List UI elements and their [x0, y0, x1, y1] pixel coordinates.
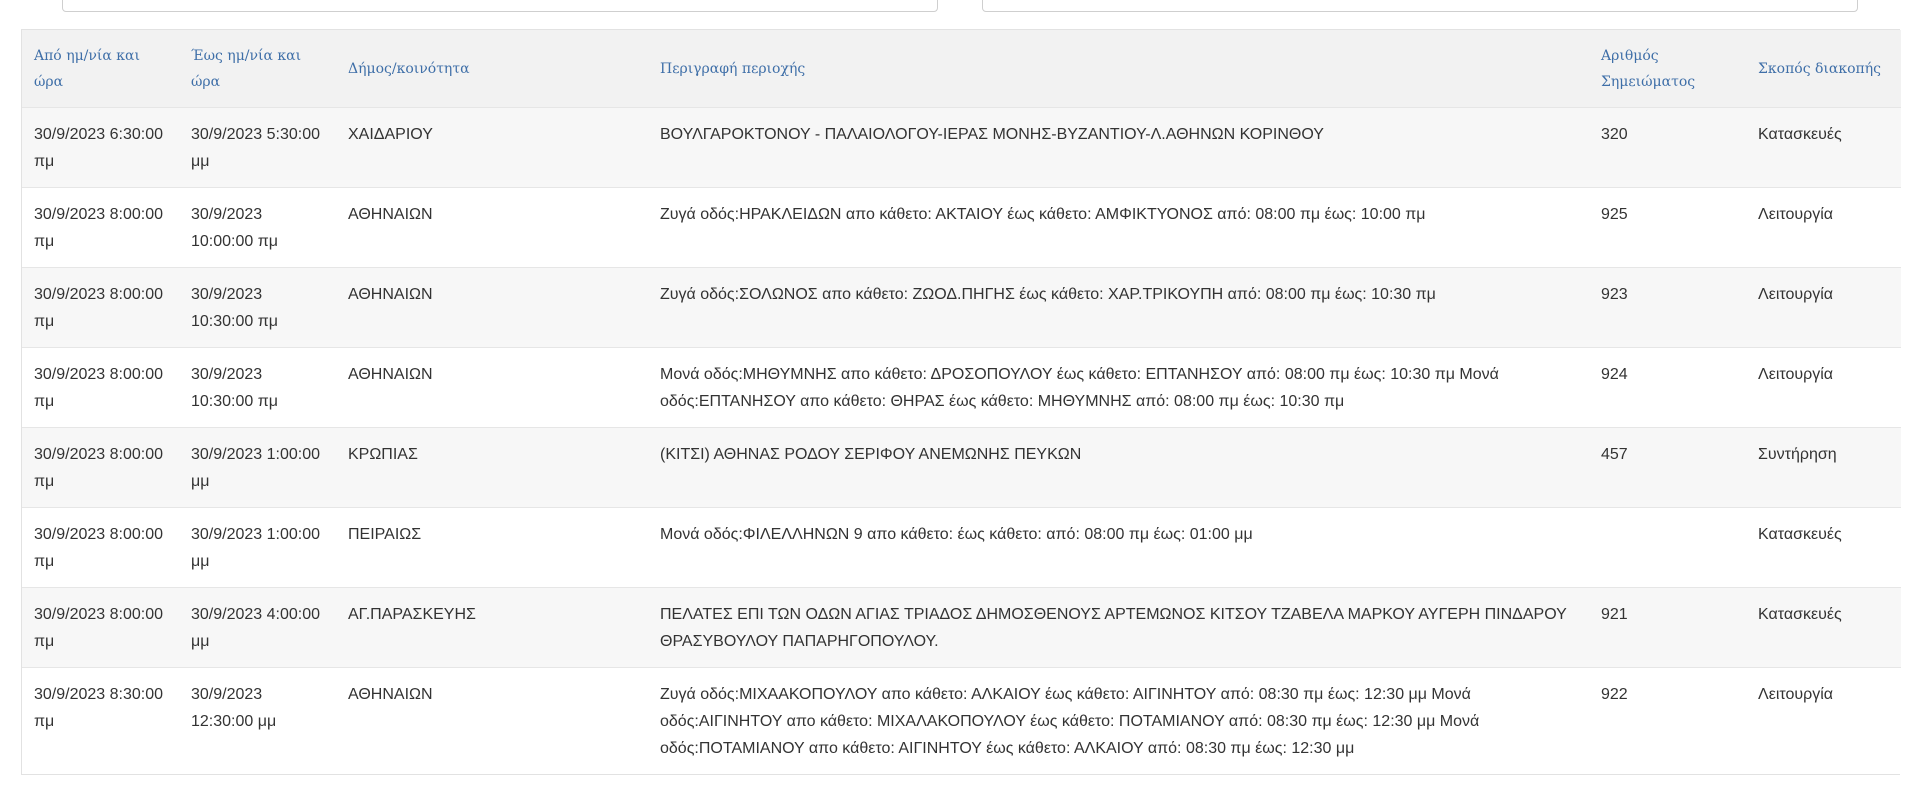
cell-area: Ζυγά οδός:ΗΡΑΚΛΕΙΔΩΝ απο κάθετο: ΑΚΤΑΙΟΥ… — [648, 187, 1589, 268]
cell-to: 30/9/2023 5:30:00 μμ — [179, 107, 336, 188]
cell-municipality: ΑΘΗΝΑΙΩΝ — [336, 347, 648, 428]
cell-to: 30/9/2023 10:30:00 πμ — [179, 267, 336, 348]
table-row: 30/9/2023 6:30:00 πμ 30/9/2023 5:30:00 μ… — [22, 107, 1901, 188]
cell-to: 30/9/2023 4:00:00 μμ — [179, 587, 336, 668]
cell-number: 922 — [1589, 667, 1746, 774]
cell-municipality: ΧΑΙΔΑΡΙΟΥ — [336, 107, 648, 188]
header-to-datetime[interactable]: Έως ημ/νία και ώρα — [179, 30, 336, 108]
cell-to: 30/9/2023 12:30:00 μμ — [179, 667, 336, 774]
table-row: 30/9/2023 8:00:00 πμ 30/9/2023 10:00:00 … — [22, 187, 1901, 268]
outage-table-container: Από ημ/νία και ώρα Έως ημ/νία και ώρα Δή… — [21, 29, 1901, 775]
cell-area: Ζυγά οδός:ΜΙΧΑΑΚΟΠΟΥΛΟΥ απο κάθετο: ΑΛΚΑ… — [648, 667, 1589, 774]
cell-area: Μονά οδός:ΦΙΛΕΛΛΗΝΩΝ 9 απο κάθετο: έως κ… — [648, 507, 1589, 588]
cell-to: 30/9/2023 10:00:00 πμ — [179, 187, 336, 268]
cell-from: 30/9/2023 6:30:00 πμ — [22, 107, 179, 188]
cell-area: ΠΕΛΑΤΕΣ ΕΠΙ ΤΩΝ ΟΔΩΝ ΑΓΙΑΣ ΤΡΙΑΔΟΣ ΔΗΜΟΣ… — [648, 587, 1589, 668]
cell-municipality: ΠΕΙΡΑΙΩΣ — [336, 507, 648, 588]
cell-from: 30/9/2023 8:30:00 πμ — [22, 667, 179, 774]
cell-number: 924 — [1589, 347, 1746, 428]
cell-purpose: Συντήρηση — [1746, 427, 1901, 508]
cell-municipality: ΑΘΗΝΑΙΩΝ — [336, 667, 648, 774]
cell-from: 30/9/2023 8:00:00 πμ — [22, 427, 179, 508]
outage-table: Από ημ/νία και ώρα Έως ημ/νία και ώρα Δή… — [22, 30, 1901, 774]
header-notice-number[interactable]: Αριθμός Σημειώματος — [1589, 30, 1746, 108]
cell-area: Μονά οδός:ΜΗΘΥΜΝΗΣ απο κάθετο: ΔΡΟΣΟΠΟΥΛ… — [648, 347, 1589, 428]
header-from-datetime[interactable]: Από ημ/νία και ώρα — [22, 30, 179, 108]
cell-from: 30/9/2023 8:00:00 πμ — [22, 347, 179, 428]
table-row: 30/9/2023 8:00:00 πμ 30/9/2023 4:00:00 μ… — [22, 587, 1901, 668]
cell-from: 30/9/2023 8:00:00 πμ — [22, 587, 179, 668]
from-date-filter-input[interactable] — [62, 0, 938, 12]
cell-number: 921 — [1589, 587, 1746, 668]
cell-municipality: ΑΘΗΝΑΙΩΝ — [336, 267, 648, 348]
cell-from: 30/9/2023 8:00:00 πμ — [22, 267, 179, 348]
cell-purpose: Λειτουργία — [1746, 667, 1901, 774]
header-area-description[interactable]: Περιγραφή περιοχής — [648, 30, 1589, 108]
cell-municipality: ΚΡΩΠΙΑΣ — [336, 427, 648, 508]
filter-bar — [0, 0, 1920, 20]
cell-municipality: ΑΓ.ΠΑΡΑΣΚΕΥΗΣ — [336, 587, 648, 668]
header-purpose[interactable]: Σκοπός διακοπής — [1746, 30, 1901, 108]
cell-number: 457 — [1589, 427, 1746, 508]
cell-to: 30/9/2023 10:30:00 πμ — [179, 347, 336, 428]
to-date-filter-input[interactable] — [982, 0, 1858, 12]
cell-purpose: Λειτουργία — [1746, 347, 1901, 428]
cell-number: 923 — [1589, 267, 1746, 348]
cell-area: ΒΟΥΛΓΑΡΟΚΤΟΝΟΥ - ΠΑΛΑΙΟΛΟΓΟΥ-ΙΕΡΑΣ ΜΟΝΗΣ… — [648, 107, 1589, 188]
cell-purpose: Κατασκευές — [1746, 507, 1901, 588]
cell-from: 30/9/2023 8:00:00 πμ — [22, 187, 179, 268]
cell-to: 30/9/2023 1:00:00 μμ — [179, 427, 336, 508]
cell-from: 30/9/2023 8:00:00 πμ — [22, 507, 179, 588]
cell-number — [1589, 507, 1746, 588]
cell-purpose: Λειτουργία — [1746, 267, 1901, 348]
cell-municipality: ΑΘΗΝΑΙΩΝ — [336, 187, 648, 268]
cell-area: (ΚΙΤΣΙ) ΑΘΗΝΑΣ ΡΟΔΟΥ ΣΕΡΙΦΟΥ ΑΝΕΜΩΝΗΣ ΠΕ… — [648, 427, 1589, 508]
cell-number: 320 — [1589, 107, 1746, 188]
cell-area: Ζυγά οδός:ΣΟΛΩΝΟΣ απο κάθετο: ΖΩΟΔ.ΠΗΓΗΣ… — [648, 267, 1589, 348]
cell-purpose: Κατασκευές — [1746, 587, 1901, 668]
table-row: 30/9/2023 8:00:00 πμ 30/9/2023 1:00:00 μ… — [22, 427, 1901, 508]
cell-number: 925 — [1589, 187, 1746, 268]
table-header-row: Από ημ/νία και ώρα Έως ημ/νία και ώρα Δή… — [22, 30, 1901, 108]
cell-purpose: Κατασκευές — [1746, 107, 1901, 188]
table-row: 30/9/2023 8:00:00 πμ 30/9/2023 10:30:00 … — [22, 267, 1901, 348]
cell-to: 30/9/2023 1:00:00 μμ — [179, 507, 336, 588]
table-row: 30/9/2023 8:00:00 πμ 30/9/2023 1:00:00 μ… — [22, 507, 1901, 588]
table-row: 30/9/2023 8:00:00 πμ 30/9/2023 10:30:00 … — [22, 347, 1901, 428]
table-row: 30/9/2023 8:30:00 πμ 30/9/2023 12:30:00 … — [22, 667, 1901, 774]
header-municipality[interactable]: Δήμος/κοινότητα — [336, 30, 648, 108]
cell-purpose: Λειτουργία — [1746, 187, 1901, 268]
